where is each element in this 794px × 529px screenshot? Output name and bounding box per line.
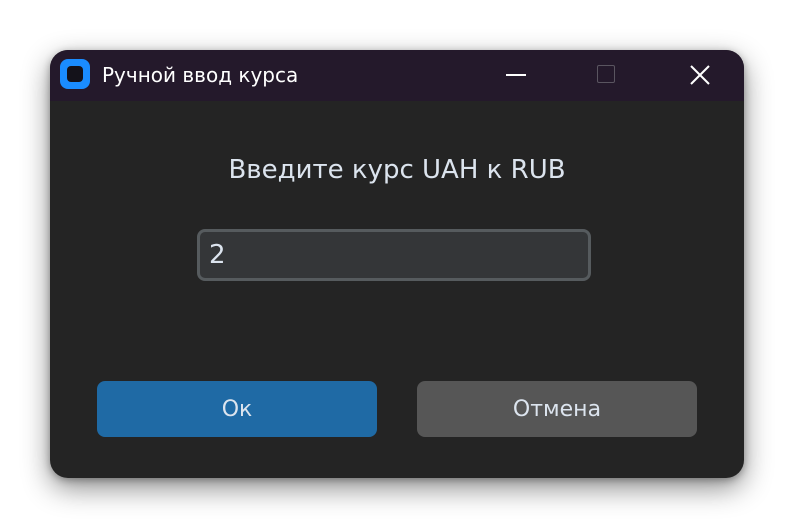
title-bar[interactable]: Ручной ввод курса: [50, 50, 744, 101]
window-title: Ручной ввод курса: [102, 63, 299, 87]
minimize-button[interactable]: [486, 50, 546, 101]
close-button[interactable]: [670, 50, 730, 101]
minimize-icon: [506, 74, 526, 76]
maximize-button[interactable]: [576, 50, 636, 101]
cancel-button[interactable]: Отмена: [417, 381, 697, 437]
dialog-window: Ручной ввод курса Введите курс UAH к RUB…: [50, 50, 744, 478]
rate-input[interactable]: [197, 229, 591, 281]
prompt-label: Введите курс UAH к RUB: [228, 155, 566, 185]
maximize-icon: [597, 65, 615, 83]
ok-button[interactable]: Ок: [97, 381, 377, 437]
close-icon: [690, 65, 710, 85]
app-icon: [60, 59, 90, 89]
